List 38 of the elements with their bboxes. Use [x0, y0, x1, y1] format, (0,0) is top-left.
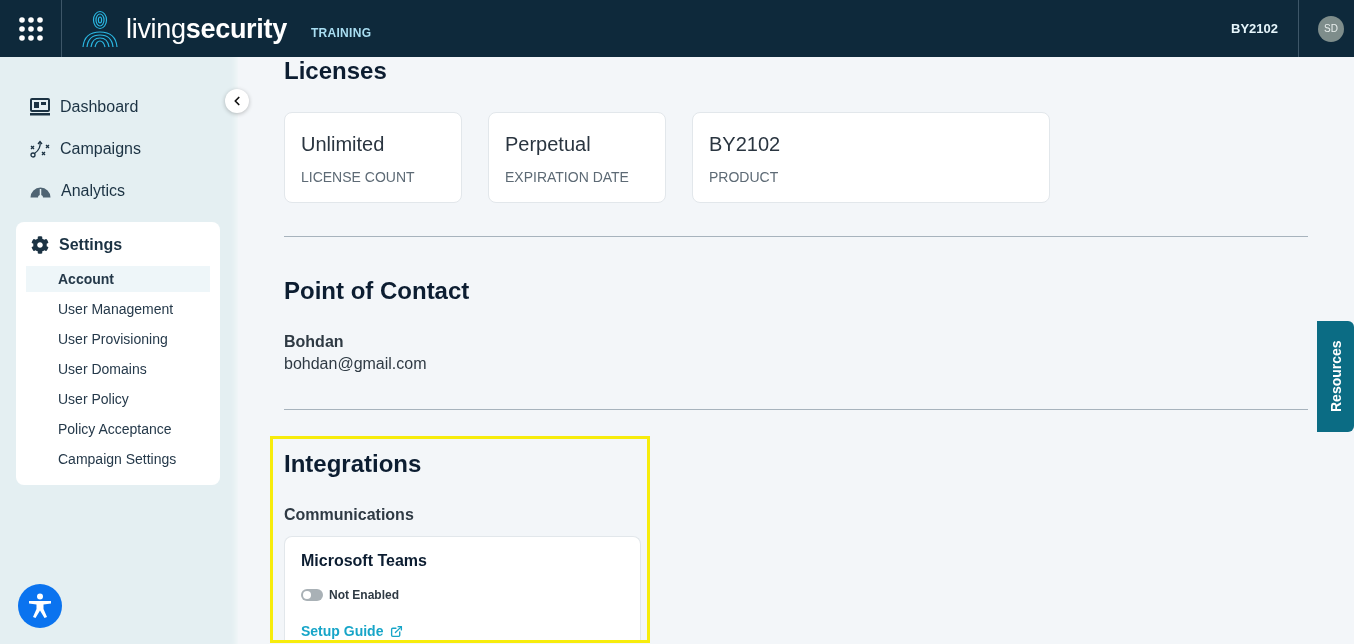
status-text: Not Enabled	[329, 588, 399, 602]
sub-nav-item[interactable]: User Domains	[26, 356, 210, 382]
play-diagram-icon	[30, 140, 50, 158]
sub-nav-item[interactable]: Account	[26, 266, 210, 292]
license-label: PRODUCT	[709, 168, 780, 186]
nav-item[interactable]: Analytics	[16, 177, 220, 205]
grid-menu-icon	[18, 16, 43, 41]
resources-tab[interactable]: Resources	[1317, 321, 1354, 432]
contact-email: bohdan@gmail.com	[284, 354, 428, 374]
license-value: BY2102	[709, 132, 782, 156]
group-title: Communications	[284, 505, 415, 525]
license-value: Unlimited	[301, 132, 386, 156]
account-code: BY2102	[1231, 21, 1278, 36]
sub-nav-item[interactable]: Policy Acceptance	[26, 416, 210, 442]
contact-name: Bohdan	[284, 332, 345, 352]
nav-item[interactable]: Campaigns	[16, 135, 220, 163]
license-label: LICENSE COUNT	[301, 168, 416, 186]
section-title: Point of Contact	[284, 277, 471, 305]
sub-nav-item[interactable]: User Provisioning	[26, 326, 210, 352]
logo-wordmark: livingsecurity	[126, 12, 287, 45]
license-label: EXPIRATION DATE	[505, 168, 630, 186]
sub-nav-item[interactable]: User Management	[26, 296, 210, 322]
person-logo-icon	[81, 9, 119, 48]
accessibility-icon	[18, 584, 62, 628]
sub-nav-item[interactable]: User Policy	[26, 386, 210, 412]
license-value: Perpetual	[505, 132, 592, 156]
nav-item[interactable]: Settings	[26, 233, 210, 257]
integration-name: Microsoft Teams	[301, 551, 428, 571]
toggle-switch[interactable]	[301, 589, 323, 601]
product-label: TRAINING	[310, 25, 372, 40]
accessibility-button[interactable]	[18, 584, 62, 628]
section-title: Integrations	[284, 450, 423, 478]
sub-nav-item[interactable]: Campaign Settings	[26, 446, 210, 472]
nav-item[interactable]: Dashboard	[16, 93, 220, 121]
settings-icon	[31, 236, 49, 254]
section-title: Licenses	[284, 57, 388, 85]
monitor-icon	[30, 98, 50, 116]
external-link-icon	[390, 624, 404, 638]
